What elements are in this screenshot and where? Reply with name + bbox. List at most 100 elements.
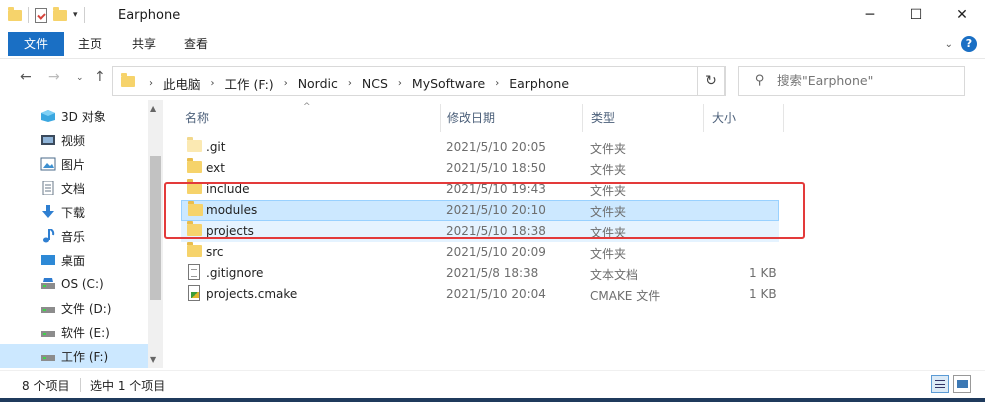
scroll-up-icon[interactable]: ▲ — [150, 104, 156, 113]
breadcrumb-separator-icon[interactable]: › — [495, 78, 499, 89]
customize-toolbar-dropdown-icon[interactable]: ▾ — [73, 10, 78, 20]
search-box[interactable]: ⚲ — [738, 66, 965, 96]
file-type: 文本文档 — [590, 268, 639, 282]
file-name: include — [206, 182, 250, 196]
column-header-name[interactable]: 名称 — [177, 104, 441, 132]
nav-item-drive-d[interactable]: 文件 (D:) — [0, 296, 148, 320]
list-item[interactable]: .git 2021/5/10 20:05 文件夹 — [181, 137, 779, 158]
file-date: 2021/5/10 20:09 — [446, 245, 546, 259]
list-item[interactable]: ext 2021/5/10 18:50 文件夹 — [181, 158, 779, 179]
breadcrumb-separator-icon[interactable]: › — [211, 78, 215, 89]
3d-objects-icon — [41, 110, 55, 122]
nav-item-video[interactable]: 视频 — [0, 128, 148, 152]
search-input[interactable] — [777, 73, 957, 88]
up-arrow-icon[interactable]: ↑ — [94, 69, 106, 85]
nav-item-drive-e[interactable]: 软件 (E:) — [0, 320, 148, 344]
list-item[interactable]: .gitignore 2021/5/8 18:38 文本文档 1 KB — [181, 263, 779, 284]
help-icon[interactable]: ? — [961, 36, 977, 52]
item-count: 8 个项目 — [22, 379, 70, 393]
breadcrumb-separator-icon[interactable]: › — [348, 78, 352, 89]
scroll-down-icon[interactable]: ▼ — [150, 355, 156, 364]
minimize-button[interactable]: ─ — [847, 0, 893, 30]
tab-view[interactable]: 查看 — [176, 32, 216, 56]
tab-file[interactable]: 文件 — [8, 32, 64, 56]
breadcrumb-earphone[interactable]: Earphone — [509, 76, 569, 91]
breadcrumb-mysoftware[interactable]: MySoftware — [412, 76, 485, 91]
file-type: 文件夹 — [590, 142, 627, 156]
tab-share[interactable]: 共享 — [124, 32, 164, 56]
properties-icon[interactable] — [35, 7, 47, 23]
expand-ribbon-icon[interactable]: ⌄ — [945, 39, 953, 50]
nav-item-3d-objects[interactable]: 3D 对象 — [0, 104, 148, 128]
tab-home[interactable]: 主页 — [70, 32, 110, 56]
drive-icon — [41, 307, 55, 313]
scrollbar-thumb[interactable] — [150, 156, 161, 300]
nav-item-pictures[interactable]: 图片 — [0, 152, 148, 176]
drive-icon — [41, 331, 55, 337]
file-date: 2021/5/10 19:43 — [446, 182, 546, 196]
breadcrumb-this-pc[interactable]: 此电脑 — [163, 74, 201, 93]
column-header-type[interactable]: 类型 — [583, 104, 704, 132]
large-icons-view-button[interactable] — [953, 375, 971, 393]
nav-item-label: 视频 — [61, 133, 86, 148]
maximize-button[interactable]: ☐ — [893, 0, 939, 30]
breadcrumb-separator-icon[interactable]: › — [284, 78, 288, 89]
selection-count: 选中 1 个项目 — [90, 379, 166, 393]
text-file-icon — [188, 264, 200, 280]
forward-arrow-icon[interactable]: → — [48, 69, 60, 85]
drive-icon — [41, 355, 55, 361]
status-divider — [80, 378, 81, 392]
nav-scrollbar[interactable]: ▲ ▼ — [148, 100, 163, 368]
breadcrumb-nordic[interactable]: Nordic — [298, 76, 338, 91]
details-view-button[interactable] — [931, 375, 949, 393]
file-date: 2021/5/10 18:38 — [446, 224, 546, 238]
video-icon — [41, 135, 55, 145]
desktop-edge — [0, 398, 985, 402]
drive-icon — [41, 278, 55, 289]
file-name: .git — [206, 140, 226, 154]
list-item[interactable]: src 2021/5/10 20:09 文件夹 — [181, 242, 779, 263]
search-icon: ⚲ — [755, 73, 765, 88]
file-date: 2021/5/10 20:10 — [446, 203, 546, 217]
list-item-selected[interactable]: modules 2021/5/10 20:10 文件夹 — [181, 200, 779, 221]
nav-item-downloads[interactable]: 下载 — [0, 200, 148, 224]
breadcrumb-separator-icon[interactable]: › — [149, 78, 153, 89]
breadcrumb-drive-f[interactable]: 工作 (F:) — [225, 74, 274, 93]
list-item-hover[interactable]: projects 2021/5/10 18:38 文件夹 — [181, 221, 779, 242]
nav-item-music[interactable]: 音乐 — [0, 224, 148, 248]
nav-item-documents[interactable]: 文档 — [0, 176, 148, 200]
refresh-icon: ↻ — [705, 73, 717, 89]
address-row: ← → ⌄ ↑ › 此电脑 › 工作 (F:) › Nordic › NCS ›… — [0, 58, 985, 100]
file-date: 2021/5/8 18:38 — [446, 266, 539, 280]
recent-locations-dropdown-icon[interactable]: ⌄ — [76, 73, 84, 83]
nav-item-desktop[interactable]: 桌面 — [0, 248, 148, 272]
pictures-icon — [40, 157, 56, 171]
window-title: Earphone — [118, 8, 181, 23]
back-arrow-icon[interactable]: ← — [20, 69, 32, 85]
new-folder-icon[interactable] — [53, 6, 67, 21]
breadcrumb-ncs[interactable]: NCS — [362, 76, 388, 91]
folder-icon — [187, 137, 202, 152]
nav-item-drive-c[interactable]: OS (C:) — [0, 272, 148, 296]
file-name: .gitignore — [206, 266, 264, 280]
nav-item-drive-f[interactable]: 工作 (F:) — [0, 344, 148, 368]
explorer-window: ▾ Earphone ─ ☐ ✕ 文件 主页 共享 查看 ⌄ ? ← → ⌄ ↑… — [0, 0, 985, 402]
column-header-date[interactable]: 修改日期 — [439, 104, 583, 132]
folder-icon — [187, 242, 202, 257]
list-item[interactable]: include 2021/5/10 19:43 文件夹 — [181, 179, 779, 200]
nav-item-label: 文档 — [61, 181, 86, 196]
column-header-size[interactable]: 大小 — [704, 104, 784, 132]
documents-icon — [42, 181, 54, 195]
list-item[interactable]: projects.cmake 2021/5/10 20:04 CMAKE 文件 … — [181, 284, 779, 305]
folder-icon — [188, 201, 203, 216]
file-date: 2021/5/10 20:04 — [446, 287, 546, 301]
column-header-row: ^ 名称 修改日期 类型 大小 — [163, 102, 784, 132]
close-button[interactable]: ✕ — [939, 0, 985, 30]
ribbon-tabs: 文件 主页 共享 查看 ⌄ ? — [0, 32, 985, 56]
refresh-button[interactable]: ↻ — [697, 66, 725, 96]
breadcrumb-separator-icon[interactable]: › — [398, 78, 402, 89]
address-bar[interactable]: › 此电脑 › 工作 (F:) › Nordic › NCS › MySoftw… — [112, 66, 791, 96]
file-list: ^ 名称 修改日期 类型 大小 .git 2021/5/10 20:05 文件夹… — [163, 100, 985, 368]
file-type: 文件夹 — [590, 226, 627, 240]
breadcrumb: › 此电脑 › 工作 (F:) › Nordic › NCS › MySoftw… — [139, 74, 569, 93]
